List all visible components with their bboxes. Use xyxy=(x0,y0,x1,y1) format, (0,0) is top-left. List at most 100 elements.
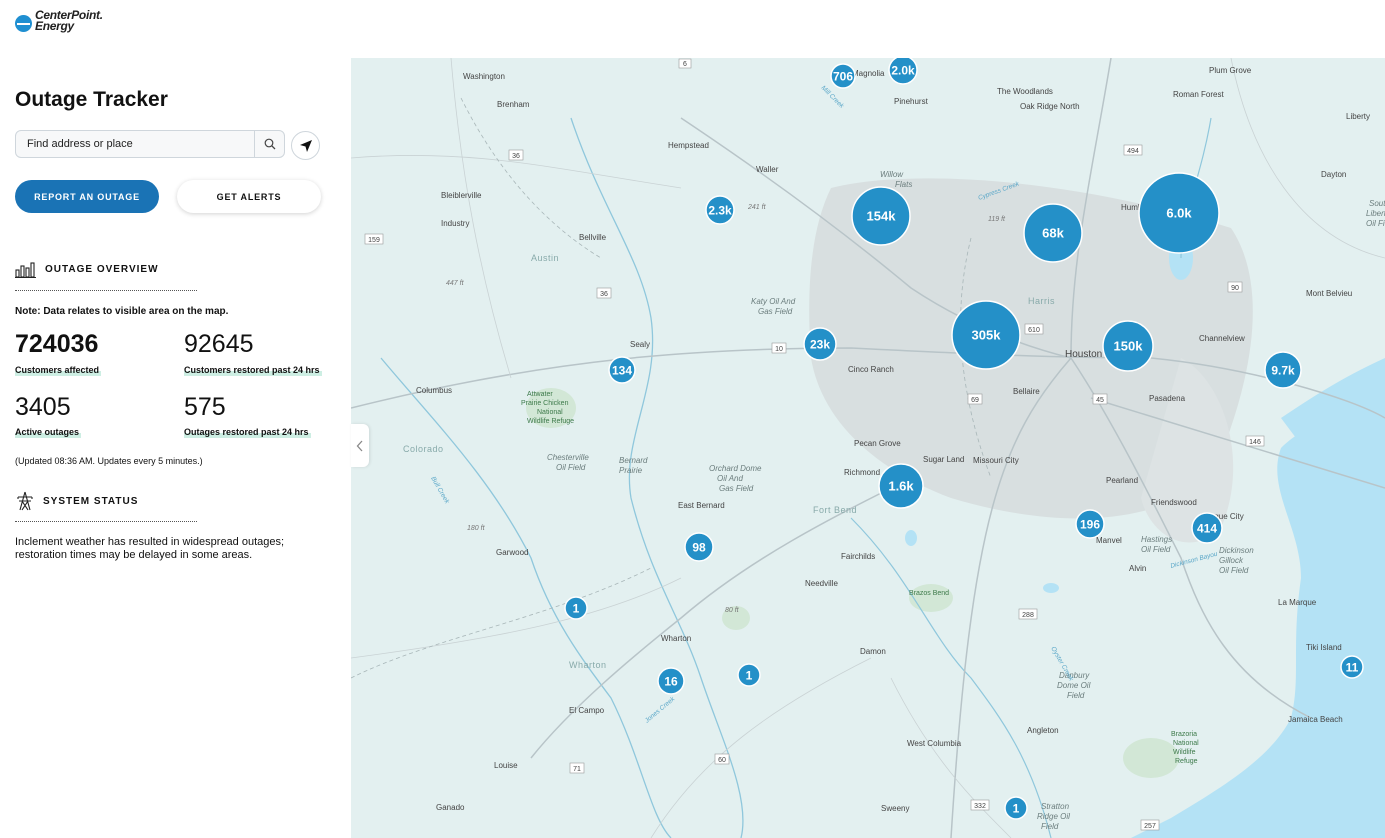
svg-text:Channelview: Channelview xyxy=(1199,334,1245,343)
svg-text:Washington: Washington xyxy=(463,72,505,81)
outage-cluster[interactable]: 23k xyxy=(803,327,837,361)
outage-cluster[interactable]: 1 xyxy=(1004,796,1028,820)
search-icon xyxy=(264,138,275,150)
outage-cluster-count: 1.6k xyxy=(888,479,914,494)
svg-text:69: 69 xyxy=(971,397,979,404)
outage-cluster[interactable]: 68k xyxy=(1023,203,1083,263)
svg-text:288: 288 xyxy=(1022,612,1034,619)
search-input[interactable] xyxy=(25,137,249,151)
outage-cluster[interactable]: 2.3k xyxy=(705,195,735,225)
svg-text:Wharton: Wharton xyxy=(661,634,691,643)
svg-text:Willow: Willow xyxy=(880,170,904,179)
svg-text:Chesterville: Chesterville xyxy=(547,453,589,462)
outages-restored-value: 575 xyxy=(184,393,226,421)
svg-text:Oak Ridge North: Oak Ridge North xyxy=(1020,102,1080,111)
search-button[interactable] xyxy=(254,131,284,157)
svg-text:Louise: Louise xyxy=(494,761,518,770)
outages-restored-label: Outages restored past 24 hrs xyxy=(184,427,311,438)
svg-text:Brazos Bend: Brazos Bend xyxy=(909,590,949,597)
outage-cluster[interactable]: 2.0k xyxy=(888,58,918,85)
outage-cluster-count: 6.0k xyxy=(1166,206,1192,221)
divider xyxy=(15,290,197,291)
outage-cluster-count: 16 xyxy=(664,675,678,689)
map-canvas[interactable]: Washington Brenham Hempstead Waller Magn… xyxy=(351,58,1385,838)
outage-cluster[interactable]: 134 xyxy=(608,356,636,384)
svg-text:Colorado: Colorado xyxy=(403,444,444,454)
outage-cluster[interactable]: 154k xyxy=(851,186,911,246)
svg-text:Orchard Dome: Orchard Dome xyxy=(709,464,762,473)
outage-map[interactable]: Washington Brenham Hempstead Waller Magn… xyxy=(351,58,1385,838)
svg-text:Pinehurst: Pinehurst xyxy=(894,97,929,106)
svg-text:Roman Forest: Roman Forest xyxy=(1173,90,1224,99)
outage-cluster[interactable]: 305k xyxy=(951,300,1021,370)
svg-text:494: 494 xyxy=(1127,148,1139,155)
svg-text:Oil Field: Oil Field xyxy=(1219,566,1249,575)
updated-timestamp: (Updated 08:36 AM. Updates every 5 minut… xyxy=(15,456,203,466)
outage-cluster[interactable]: 196 xyxy=(1075,509,1105,539)
outage-cluster[interactable]: 98 xyxy=(684,532,714,562)
svg-text:Harris: Harris xyxy=(1028,296,1055,306)
svg-text:Stratton: Stratton xyxy=(1041,802,1070,811)
active-outages-value: 3405 xyxy=(15,393,71,421)
svg-text:Sealy: Sealy xyxy=(630,340,650,349)
svg-text:Brenham: Brenham xyxy=(497,100,530,109)
outage-cluster[interactable]: 16 xyxy=(657,667,685,695)
svg-text:Field: Field xyxy=(1067,691,1085,700)
svg-text:45: 45 xyxy=(1096,397,1104,404)
svg-text:119 ft: 119 ft xyxy=(988,216,1006,223)
outage-cluster-count: 414 xyxy=(1197,522,1217,536)
outage-cluster[interactable]: 150k xyxy=(1102,320,1154,372)
svg-text:Dickinson: Dickinson xyxy=(1219,546,1254,555)
outage-cluster[interactable]: 706 xyxy=(830,63,856,89)
outage-cluster-count: 1 xyxy=(1013,802,1020,816)
svg-text:Plum Grove: Plum Grove xyxy=(1209,66,1252,75)
svg-text:Hempstead: Hempstead xyxy=(668,141,709,150)
svg-text:Gas Field: Gas Field xyxy=(758,307,793,316)
outage-cluster[interactable]: 414 xyxy=(1191,512,1223,544)
locate-button[interactable] xyxy=(291,131,320,160)
svg-text:Sweeny: Sweeny xyxy=(881,804,909,813)
svg-text:Bernard: Bernard xyxy=(619,456,648,465)
svg-text:60: 60 xyxy=(718,757,726,764)
outage-cluster[interactable]: 1.6k xyxy=(878,463,924,509)
svg-text:Alvin: Alvin xyxy=(1129,564,1146,573)
svg-text:Sugar Land: Sugar Land xyxy=(923,455,964,464)
logo-mark-icon xyxy=(15,14,32,32)
svg-text:Gillock: Gillock xyxy=(1219,556,1244,565)
divider xyxy=(15,521,197,522)
svg-text:Cinco Ranch: Cinco Ranch xyxy=(848,365,894,374)
collapse-panel-button[interactable] xyxy=(351,424,369,467)
svg-text:Liberty: Liberty xyxy=(1366,209,1385,218)
outage-cluster[interactable]: 1 xyxy=(737,663,761,687)
navigation-arrow-icon xyxy=(299,139,312,152)
system-status-label: SYSTEM STATUS xyxy=(43,495,139,507)
outage-cluster[interactable]: 1 xyxy=(564,596,588,620)
svg-text:447 ft: 447 ft xyxy=(446,280,465,287)
svg-text:Fort Bend: Fort Bend xyxy=(813,505,857,515)
svg-text:Damon: Damon xyxy=(860,647,886,656)
svg-text:Dome Oil: Dome Oil xyxy=(1057,681,1091,690)
svg-text:Oil Field: Oil Field xyxy=(1141,545,1171,554)
svg-text:El Campo: El Campo xyxy=(569,706,605,715)
outage-cluster[interactable]: 11 xyxy=(1340,655,1364,679)
report-outage-button[interactable]: REPORT AN OUTAGE xyxy=(15,180,159,213)
active-outages-label: Active outages xyxy=(15,427,82,438)
outage-cluster[interactable]: 9.7k xyxy=(1264,351,1302,389)
customers-restored-value: 92645 xyxy=(184,330,254,358)
svg-text:71: 71 xyxy=(573,766,581,773)
svg-text:Bellaire: Bellaire xyxy=(1013,387,1040,396)
outage-cluster-count: 23k xyxy=(810,338,830,352)
power-tower-icon xyxy=(17,491,33,511)
get-alerts-button[interactable]: GET ALERTS xyxy=(177,180,321,213)
svg-text:Houston: Houston xyxy=(1065,349,1102,360)
svg-text:Prairie Chicken: Prairie Chicken xyxy=(521,400,569,407)
svg-text:146: 146 xyxy=(1249,439,1261,446)
system-status-text: Inclement weather has resulted in widesp… xyxy=(15,536,285,561)
centerpoint-logo[interactable]: CenterPoint. Energy xyxy=(15,9,103,32)
outage-cluster[interactable]: 6.0k xyxy=(1138,172,1220,254)
outage-cluster-count: 150k xyxy=(1114,339,1144,354)
outage-cluster-count: 134 xyxy=(612,364,632,378)
svg-text:90: 90 xyxy=(1231,285,1239,292)
chevron-left-icon xyxy=(356,440,363,451)
svg-text:6: 6 xyxy=(683,61,687,68)
